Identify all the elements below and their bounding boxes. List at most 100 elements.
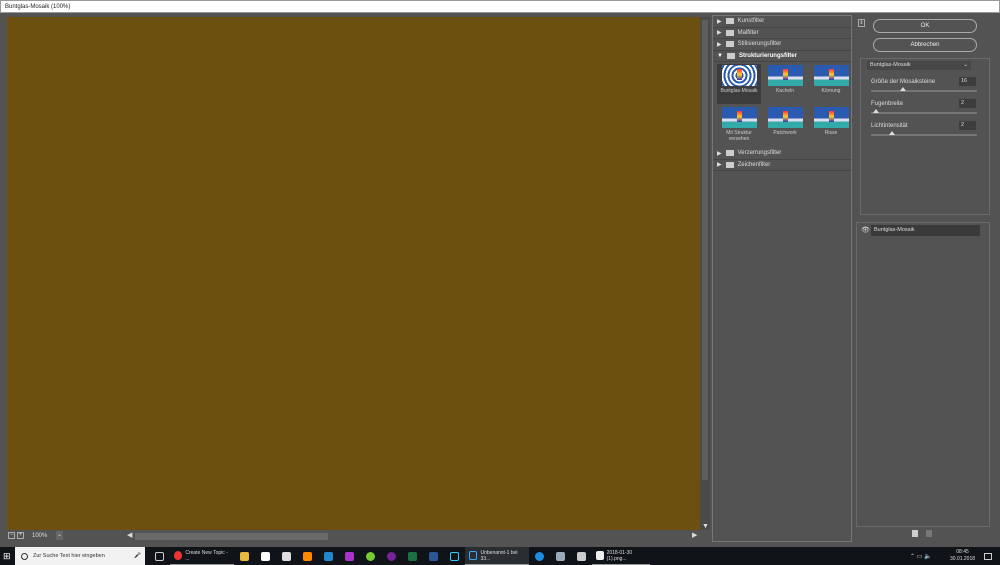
slider-knob[interactable] <box>873 109 880 113</box>
scroll-left-icon[interactable]: ◀ <box>127 531 132 539</box>
edge-icon[interactable] <box>535 551 544 561</box>
folder-icon <box>725 161 734 168</box>
scroll-right-icon[interactable]: ▶ <box>692 531 697 539</box>
filter-settings: Buntglas-Mosaik ⌄ Größe der Mosaiksteine 1… <box>860 58 990 215</box>
category-strukturierungsfilter[interactable]: ▼ Strukturierungsfilter <box>713 51 851 62</box>
thumb-label: Mit Struktur versehen <box>726 130 752 142</box>
param-value-input[interactable]: 2 <box>959 121 976 130</box>
param-label: Fugenbreite <box>871 101 904 107</box>
param-light-intensity: Lichtintensität 2 <box>871 121 981 136</box>
zoom-out-icon[interactable]: − <box>8 532 15 539</box>
chrome-icon <box>174 551 183 560</box>
chevron-down-icon: ⌄ <box>963 62 968 68</box>
window-title: Buntglas-Mosaik (100%) <box>0 0 1000 13</box>
category-verzerrungsfilter[interactable]: ▶ Verzerrungsfilter <box>713 148 851 160</box>
preview-canvas[interactable] <box>7 17 700 530</box>
filter-select[interactable]: Buntglas-Mosaik ⌄ <box>867 61 971 70</box>
thumbnail-image <box>721 65 757 86</box>
filter-gallery: ▶ Kunstfilter ▶ Malfilter ▶ Stilisierungsfi… <box>712 15 852 542</box>
filter-thumb-buntglas-mosaik[interactable]: Buntglas-Mosaik <box>717 64 761 104</box>
search-placeholder: Zur Suche Text hier eingeben <box>33 553 105 559</box>
thumbnail-image <box>721 107 757 128</box>
category-zeichenfilter[interactable]: ▶ Zeichenfilter <box>713 160 851 171</box>
taskbar-photos[interactable]: 2018-01-30 (1).png... <box>592 547 650 565</box>
cancel-button[interactable]: Abbrechen <box>873 38 977 52</box>
file-explorer-icon[interactable] <box>240 551 249 561</box>
slider-track[interactable] <box>871 90 977 92</box>
taskbar-label: Create New Topic - ... <box>185 549 228 562</box>
date: 30.01.2018 <box>950 556 976 562</box>
vlc-icon[interactable] <box>303 551 312 561</box>
param-label: Lichtintensität <box>871 123 908 129</box>
thumb-label: Patchwork <box>773 130 797 136</box>
new-layer-icon[interactable] <box>912 530 918 537</box>
thumb-label: Buntglas-Mosaik <box>720 88 758 94</box>
param-mosaic-size: Größe der Mosaiksteine 16 <box>871 77 981 92</box>
calculator-icon[interactable] <box>577 551 586 561</box>
slider-track[interactable] <box>871 112 977 114</box>
thumb-label: Kacheln <box>775 88 795 94</box>
app-icon[interactable] <box>345 551 354 561</box>
eye-icon[interactable]: 👁 <box>861 226 870 234</box>
filter-thumb-koernung[interactable]: Körnung <box>809 64 853 104</box>
app-icon[interactable] <box>556 551 565 561</box>
zoom-in-icon[interactable]: + <box>17 532 24 539</box>
taskbar-search[interactable]: Zur Suche Text hier eingeben 🎤 <box>15 547 145 565</box>
scroll-down-icon[interactable]: ▼ <box>702 523 709 530</box>
lightroom-icon[interactable] <box>450 551 459 561</box>
taskbar-chrome[interactable]: Create New Topic - ... <box>170 547 234 565</box>
app-icon[interactable] <box>387 551 396 561</box>
mail-icon[interactable] <box>282 551 291 561</box>
filter-thumb-patchwork[interactable]: Patchwork <box>763 106 807 146</box>
param-label: Größe der Mosaiksteine <box>871 79 936 85</box>
preview-status-bar: − + 100% ⌄ ◀ ▶ <box>0 530 710 542</box>
folder-icon <box>725 41 734 48</box>
param-value-input[interactable]: 16 <box>959 77 976 86</box>
trash-icon[interactable] <box>926 530 932 537</box>
microphone-icon[interactable]: 🎤 <box>134 553 141 559</box>
effect-layer-item[interactable]: Buntglas-Mosaik <box>871 225 980 236</box>
system-tray-icons[interactable]: ⌃ ▭ 🔈 <box>910 553 932 560</box>
filter-thumb-mit-struktur[interactable]: Mit Struktur versehen <box>717 106 761 146</box>
horizontal-scroll-thumb[interactable] <box>135 533 328 540</box>
slider-track[interactable] <box>871 134 977 136</box>
task-view-icon[interactable] <box>155 551 164 561</box>
app-icon[interactable] <box>324 551 333 561</box>
folder-icon <box>725 29 734 36</box>
zoom-level[interactable]: 100% <box>32 533 47 539</box>
folder-open-icon <box>726 52 735 59</box>
time: 08:45 <box>956 549 969 555</box>
filter-thumb-risse[interactable]: Risse <box>809 106 853 146</box>
category-kunstfilter[interactable]: ▶ Kunstfilter <box>713 16 851 28</box>
filter-thumb-kacheln[interactable]: Kacheln <box>763 64 807 104</box>
photoshop-icon <box>469 551 478 560</box>
collapse-gallery-icon[interactable]: ⇕ <box>858 19 865 27</box>
store-icon[interactable] <box>261 551 270 561</box>
word-icon[interactable] <box>429 551 438 561</box>
ok-button[interactable]: OK <box>873 19 977 33</box>
zoom-dropdown-icon[interactable]: ⌄ <box>56 531 63 540</box>
thumbnail-image <box>767 107 803 128</box>
windows-start-icon[interactable]: ⊞ <box>3 551 11 562</box>
thumbnail-image <box>813 107 849 128</box>
category-stilisierungsfilter[interactable]: ▶ Stilisierungsfilter <box>713 39 851 51</box>
category-label: Verzerrungsfilter <box>737 150 782 157</box>
slider-knob[interactable] <box>889 131 896 135</box>
cortana-icon <box>21 552 28 560</box>
param-value-input[interactable]: 2 <box>959 99 976 108</box>
category-label: Stilisierungsfilter <box>737 41 782 48</box>
param-joint-width: Fugenbreite 2 <box>871 99 981 114</box>
taskbar: ⊞ Zur Suche Text hier eingeben 🎤 Create N… <box>0 547 1000 565</box>
image-icon <box>596 551 604 560</box>
thumb-label: Risse <box>824 130 838 136</box>
notifications-icon[interactable] <box>984 552 992 560</box>
clock[interactable]: 08:45 30.01.2018 <box>950 549 975 563</box>
thumb-label: Körnung <box>821 88 841 94</box>
excel-icon[interactable] <box>408 551 417 561</box>
app-icon[interactable] <box>366 551 375 561</box>
taskbar-photoshop[interactable]: Unbenannt-1 bei 33... <box>465 547 529 565</box>
category-malfilter[interactable]: ▶ Malfilter <box>713 28 851 39</box>
vertical-scroll-thumb[interactable] <box>702 20 708 480</box>
slider-knob[interactable] <box>899 87 906 91</box>
thumbnail-image <box>767 65 803 86</box>
